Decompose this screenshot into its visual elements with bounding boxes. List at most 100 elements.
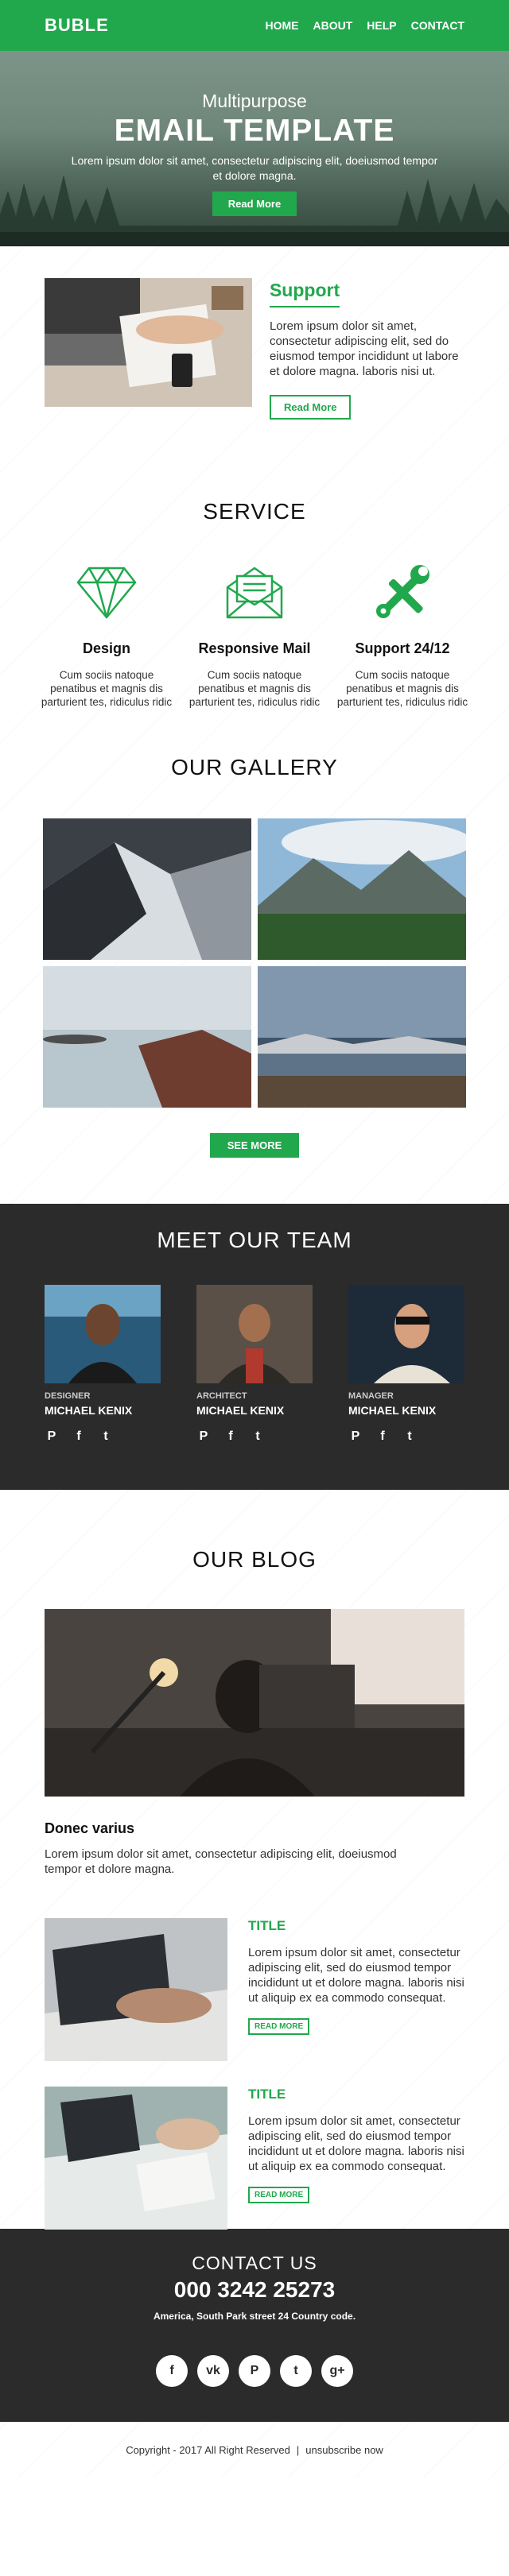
blog-section: OUR BLOG Donec varius Lorem ipsum dolor … xyxy=(0,1490,509,2230)
service-item-title: Responsive Mail xyxy=(198,640,311,656)
logo[interactable]: BUBLE xyxy=(45,15,109,36)
header: BUBLE HOME ABOUT HELP CONTACT xyxy=(0,0,509,51)
service-item-title: Design xyxy=(82,640,130,656)
facebook-icon[interactable]: f xyxy=(223,1429,238,1444)
see-more-button[interactable]: SEE MORE xyxy=(209,1133,300,1158)
team-member-photo xyxy=(348,1285,464,1383)
blog-post-body: TITLE Lorem ipsum dolor sit amet, consec… xyxy=(248,1918,464,2061)
pinterest-icon[interactable]: P xyxy=(45,1429,59,1444)
facebook-icon[interactable]: f xyxy=(156,2355,188,2387)
googleplus-icon[interactable]: g+ xyxy=(321,2355,353,2387)
team-member-socials: P f t xyxy=(348,1429,464,1444)
team-member-role: MANAGER xyxy=(348,1391,394,1401)
diamond-icon xyxy=(35,563,178,623)
gallery-image-lake-sunset[interactable] xyxy=(258,966,466,1108)
blog-post-text: Lorem ipsum dolor sit amet, consectetur … xyxy=(248,1946,464,2005)
hero-banner: Multipurpose EMAIL TEMPLATE Lorem ipsum … xyxy=(0,51,509,246)
blog-post-body: TITLE Lorem ipsum dolor sit amet, consec… xyxy=(248,2087,464,2230)
contact-address: America, South Park street 24 Country co… xyxy=(153,2311,356,2322)
support-read-more-button[interactable]: Read More xyxy=(269,395,352,420)
support-text-block: Support Lorem ipsum dolor sit amet, cons… xyxy=(269,278,464,469)
service-item-text: Cum sociis natoque penatibus et magnis d… xyxy=(41,669,173,708)
gallery-section: OUR GALLERY SEE MORE xyxy=(0,731,509,1204)
contact-section: CONTACT US 000 3242 25273 America, South… xyxy=(0,2229,509,2422)
team-member-name: MICHAEL KENIX xyxy=(196,1404,285,1417)
team-member-socials: P f t xyxy=(45,1429,161,1444)
team-member-role: ARCHITECT xyxy=(196,1391,247,1401)
blog-title: OUR BLOG xyxy=(192,1547,317,1572)
team-member: DESIGNER MICHAEL KENIX P f t xyxy=(45,1285,161,1444)
copyright-text: Copyright - 2017 All Right Reserved xyxy=(126,2443,290,2456)
team-member: MANAGER MICHAEL KENIX P f t xyxy=(348,1285,464,1444)
service-item-design: Design Cum sociis natoque penatibus et m… xyxy=(35,563,178,709)
team-member-photo xyxy=(196,1285,313,1383)
twitter-icon[interactable]: t xyxy=(99,1429,113,1444)
laptop-workspace-image xyxy=(45,278,252,407)
support-text: Lorem ipsum dolor sit amet, consectetur … xyxy=(269,319,459,378)
contact-title: CONTACT US xyxy=(192,2253,317,2273)
pinterest-icon[interactable]: P xyxy=(196,1429,211,1444)
service-title: SERVICE xyxy=(203,499,306,524)
gallery-image-forest-mountain[interactable] xyxy=(258,818,466,960)
blog-headline-text: Lorem ipsum dolor sit amet, consectetur … xyxy=(45,1847,397,1876)
hero-content: Multipurpose EMAIL TEMPLATE Lorem ipsum … xyxy=(0,91,509,216)
email-template: BUBLE HOME ABOUT HELP CONTACT Multipurpo… xyxy=(0,0,509,2477)
social-links: f vk P t g+ xyxy=(0,2355,509,2387)
blog-post: TITLE Lorem ipsum dolor sit amet, consec… xyxy=(0,1918,509,2061)
service-section: SERVICE Design Cum sociis natoque penati… xyxy=(0,469,509,731)
blog-post-title: TITLE xyxy=(248,2087,286,2102)
hero-subtitle: Multipurpose xyxy=(202,91,307,111)
gallery-title: OUR GALLERY xyxy=(171,755,338,779)
mail-icon xyxy=(183,563,326,623)
blog-post-title: TITLE xyxy=(248,1918,286,1933)
gallery-grid xyxy=(0,818,509,1108)
nav-contact[interactable]: CONTACT xyxy=(411,19,464,32)
service-row: Design Cum sociis natoque penatibus et m… xyxy=(0,563,509,709)
service-item-title: Support 24/12 xyxy=(355,640,450,656)
tools-icon xyxy=(331,563,474,623)
contact-phone[interactable]: 000 3242 25273 xyxy=(0,2277,509,2303)
gallery-image-beach-rocks[interactable] xyxy=(43,966,251,1108)
team-member-role: DESIGNER xyxy=(45,1391,91,1401)
vk-icon[interactable]: vk xyxy=(197,2355,229,2387)
nav-home[interactable]: HOME xyxy=(265,19,298,32)
footer-separator: | xyxy=(296,2443,300,2456)
support-title: Support xyxy=(269,280,340,307)
nav-about[interactable]: ABOUT xyxy=(313,19,352,32)
facebook-icon[interactable]: f xyxy=(375,1429,390,1444)
team-member-socials: P f t xyxy=(196,1429,313,1444)
gallery-image-snow-mountain[interactable] xyxy=(43,818,251,960)
blog-post-text: Lorem ipsum dolor sit amet, consectetur … xyxy=(248,2114,464,2173)
blog-headline: Donec varius xyxy=(45,1820,135,1836)
service-item-support: Support 24/12 Cum sociis natoque penatib… xyxy=(331,563,474,709)
service-item-text: Cum sociis natoque penatibus et magnis d… xyxy=(188,669,321,708)
team-member-name: MICHAEL KENIX xyxy=(348,1404,437,1417)
team-row: DESIGNER MICHAEL KENIX P f t ARCHITECT M… xyxy=(0,1285,509,1444)
twitter-icon[interactable]: t xyxy=(402,1429,417,1444)
blog-post-image[interactable] xyxy=(45,2087,227,2230)
blog-post-image[interactable] xyxy=(45,1918,227,2061)
hero-read-more-button[interactable]: Read More xyxy=(212,191,297,216)
team-member-photo xyxy=(45,1285,161,1383)
footer: Copyright - 2017 All Right Reserved | un… xyxy=(0,2422,509,2477)
hero-text: Lorem ipsum dolor sit amet, consectetur … xyxy=(71,154,438,182)
main-nav: HOME ABOUT HELP CONTACT xyxy=(265,19,464,32)
blog-post: TITLE Lorem ipsum dolor sit amet, consec… xyxy=(0,2087,509,2230)
service-item-responsive-mail: Responsive Mail Cum sociis natoque penat… xyxy=(183,563,326,709)
twitter-icon[interactable]: t xyxy=(251,1429,265,1444)
team-title: MEET OUR TEAM xyxy=(157,1228,352,1252)
facebook-icon[interactable]: f xyxy=(72,1429,86,1444)
blog-featured-image[interactable] xyxy=(45,1609,464,1797)
hero-title: EMAIL TEMPLATE xyxy=(114,114,395,148)
service-item-text: Cum sociis natoque penatibus et magnis d… xyxy=(336,669,468,708)
pinterest-icon[interactable]: P xyxy=(348,1429,363,1444)
pinterest-icon[interactable]: P xyxy=(239,2355,270,2387)
team-section: MEET OUR TEAM DESIGNER MICHAEL KENIX P f xyxy=(0,1204,509,1490)
blog-post-read-more-button[interactable]: READ MORE xyxy=(248,2187,310,2203)
twitter-icon[interactable]: t xyxy=(280,2355,312,2387)
nav-help[interactable]: HELP xyxy=(367,19,396,32)
team-member-name: MICHAEL KENIX xyxy=(45,1404,133,1417)
blog-post-read-more-button[interactable]: READ MORE xyxy=(248,2018,310,2035)
support-section: Support Lorem ipsum dolor sit amet, cons… xyxy=(0,246,509,469)
unsubscribe-link[interactable]: unsubscribe now xyxy=(305,2444,383,2456)
